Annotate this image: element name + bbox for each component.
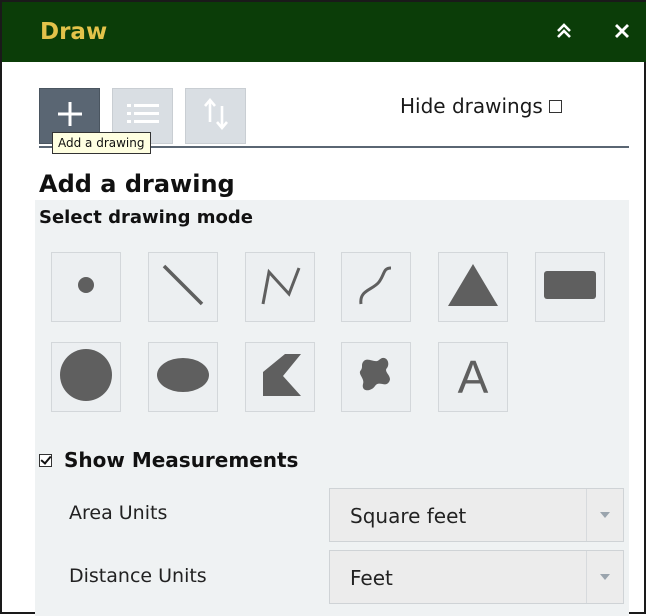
distance-units-select[interactable]: Feet — [329, 550, 624, 604]
plus-icon — [55, 99, 85, 133]
show-measurements-label: Show Measurements — [64, 448, 299, 472]
triangle-mode-button[interactable] — [438, 252, 508, 322]
ellipse-icon — [155, 355, 211, 399]
hide-drawings-toggle[interactable]: Hide drawings — [400, 94, 562, 118]
chevron-down-icon[interactable] — [586, 489, 623, 541]
tooltip: Add a drawing — [52, 132, 151, 154]
panel-titlebar: Draw — [2, 2, 646, 62]
polyline-mode-button[interactable] — [245, 252, 315, 322]
polygon-mode-button[interactable] — [245, 342, 315, 412]
point-icon — [74, 273, 98, 301]
area-units-label: Area Units — [69, 502, 168, 524]
freehand-polygon-icon — [353, 352, 399, 402]
line-mode-button[interactable] — [148, 252, 218, 322]
hide-drawings-checkbox[interactable] — [548, 99, 562, 113]
chevron-down-icon[interactable] — [586, 551, 623, 603]
list-icon — [125, 100, 161, 132]
area-units-value: Square feet — [350, 504, 467, 528]
rectangle-icon — [542, 267, 598, 307]
circle-icon — [58, 347, 114, 407]
show-measurements-checkbox[interactable] — [39, 453, 52, 467]
polyline-icon — [255, 260, 305, 314]
hide-drawings-label: Hide drawings — [400, 94, 543, 118]
double-chevron-up-icon[interactable] — [547, 14, 581, 48]
point-mode-button[interactable] — [51, 252, 121, 322]
close-icon[interactable] — [605, 14, 639, 48]
line-icon — [158, 260, 208, 314]
triangle-icon — [446, 260, 500, 314]
circle-mode-button[interactable] — [51, 342, 121, 412]
distance-units-value: Feet — [350, 566, 393, 590]
draw-panel: Draw Hide drawings Add a drawing Add a d… — [0, 0, 646, 616]
freehand-polygon-mode-button[interactable] — [341, 342, 411, 412]
distance-units-label: Distance Units — [69, 565, 207, 587]
show-measurements-toggle[interactable]: Show Measurements — [39, 448, 298, 472]
mode-title: Select drawing mode — [39, 207, 253, 228]
freehand-line-mode-button[interactable] — [341, 252, 411, 322]
polygon-icon — [255, 350, 305, 404]
rectangle-mode-button[interactable] — [535, 252, 605, 322]
text-icon: A — [457, 351, 489, 403]
section-title: Add a drawing — [39, 170, 235, 198]
panel-title: Draw — [40, 19, 108, 45]
text-mode-button[interactable]: A — [438, 342, 508, 412]
area-units-select[interactable]: Square feet — [329, 488, 624, 542]
freehand-line-icon — [351, 260, 401, 314]
tab-sort-drawings[interactable] — [185, 88, 246, 144]
ellipse-mode-button[interactable] — [148, 342, 218, 412]
sort-arrows-icon — [201, 96, 231, 136]
